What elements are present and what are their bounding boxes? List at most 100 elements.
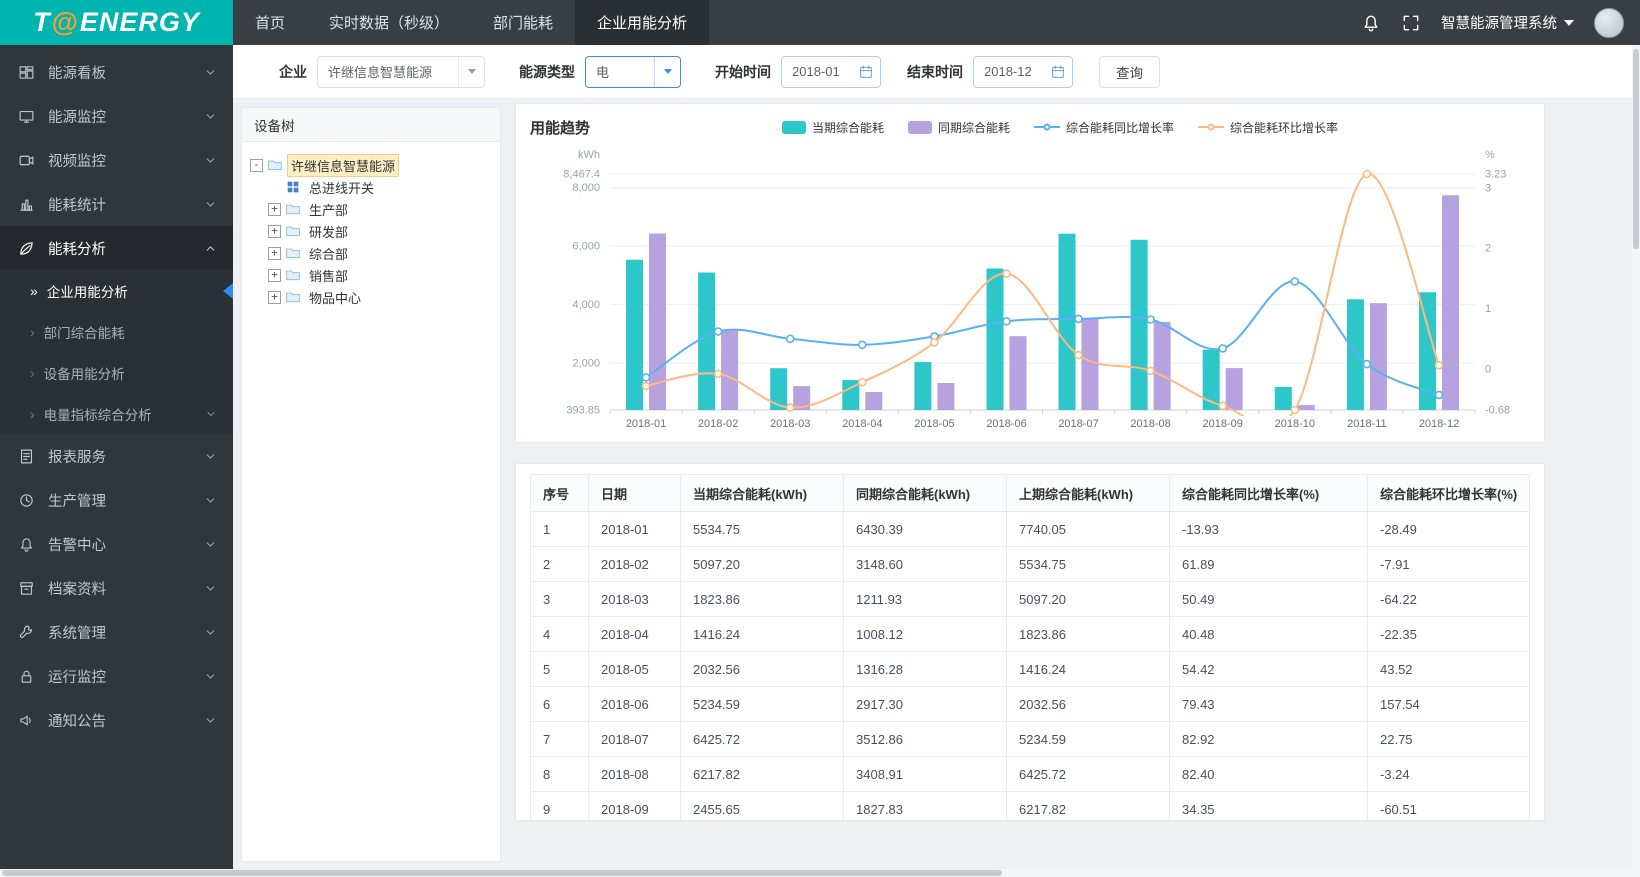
nav-tab-realtime-data[interactable]: 实时数据（秒级）: [307, 0, 471, 45]
tree-node-label[interactable]: 研发部: [305, 220, 352, 243]
table-cell: 7: [530, 721, 589, 757]
nav-tab-home[interactable]: 首页: [233, 0, 307, 45]
table-cell: 1416.24: [1006, 651, 1170, 687]
sidebar-subitem-device-energy-analysis[interactable]: 设备用能分析: [0, 352, 233, 393]
sidebar-item-energy-analysis[interactable]: 能耗分析: [0, 226, 233, 270]
sidebar-item-report-service[interactable]: 报表服务: [0, 434, 233, 478]
tree-node[interactable]: + 研发部: [268, 220, 492, 242]
sidebar-item-video-monitor[interactable]: 视频监控: [0, 138, 233, 182]
chevron-down-icon: [204, 494, 217, 507]
vertical-scrollbar-thumb[interactable]: [1633, 49, 1639, 249]
top-nav: 首页 实时数据（秒级） 部门能耗 企业用能分析: [233, 0, 710, 45]
svg-text:kWh: kWh: [578, 149, 600, 161]
sidebar-item-notice[interactable]: 通知公告: [0, 698, 233, 742]
nav-tab-department-energy[interactable]: 部门能耗: [471, 0, 575, 45]
sidebar-item-energy-board[interactable]: 能源看板: [0, 50, 233, 94]
clock-icon: [18, 492, 35, 509]
tree-node[interactable]: + 销售部: [268, 264, 492, 286]
sidebar-item-energy-monitor[interactable]: 能源监控: [0, 94, 233, 138]
meter-icon: [285, 179, 301, 195]
tree-node-label[interactable]: 物品中心: [305, 286, 365, 309]
calendar-icon: [1050, 64, 1066, 80]
sidebar-subitem-enterprise-energy-analysis[interactable]: 企业用能分析: [0, 270, 233, 311]
sidebar-item-system-mgmt[interactable]: 系统管理: [0, 610, 233, 654]
sidebar-item-operation-monitor[interactable]: 运行监控: [0, 654, 233, 698]
sidebar-subitem-power-indicator-analysis[interactable]: 电量指标综合分析: [0, 393, 233, 434]
table-row: 9 2018-09 2455.65 1827.83 6217.82 34.35 -60.51: [530, 791, 1530, 820]
tree-node-label[interactable]: 总进线开关: [305, 176, 378, 199]
dashboard-icon: [18, 64, 35, 81]
table-cell: 2018-01: [588, 511, 681, 547]
svg-text:2018-12: 2018-12: [1419, 418, 1459, 430]
table-cell: 8: [530, 756, 589, 792]
legend-line-marker: [1034, 123, 1060, 131]
tree-node[interactable]: + 物品中心: [268, 286, 492, 308]
table-cell: 1823.86: [1006, 616, 1170, 652]
tree-toggle-icon[interactable]: +: [268, 268, 281, 282]
horizontal-scrollbar-thumb[interactable]: [2, 870, 1002, 876]
svg-text:-0.68: -0.68: [1485, 405, 1510, 417]
sidebar-item-alarm-center[interactable]: 告警中心: [0, 522, 233, 566]
archive-icon: [18, 580, 35, 597]
end-time-label: 结束时间: [907, 63, 963, 80]
sidebar-subitem-dept-comprehensive-energy[interactable]: 部门综合能耗: [0, 311, 233, 352]
tree-node[interactable]: + 生产部: [268, 198, 492, 220]
tree-node-label[interactable]: 销售部: [305, 264, 352, 287]
table-cell: 7740.05: [1006, 511, 1170, 547]
start-date-input[interactable]: 2018-01: [781, 55, 881, 88]
legend-item[interactable]: 综合能耗同比增长率: [1034, 119, 1174, 136]
fullscreen-icon[interactable]: [1401, 13, 1421, 33]
energy-type-select[interactable]: 电: [585, 55, 681, 88]
tree-node[interactable]: 总进线开关: [268, 176, 492, 198]
tree-node-label[interactable]: 许继信息智慧能源: [287, 153, 400, 177]
column-header: 序号: [530, 474, 589, 512]
table-cell: 3512.86: [843, 721, 1007, 757]
svg-text:2018-06: 2018-06: [986, 418, 1026, 430]
bell-icon[interactable]: [1361, 13, 1381, 33]
table-cell: -64.22: [1367, 581, 1530, 617]
tree-toggle-icon[interactable]: +: [268, 290, 281, 304]
system-title: 智慧能源管理系统: [1441, 16, 1557, 32]
legend-item[interactable]: 当期综合能耗: [781, 119, 884, 136]
video-icon: [18, 152, 35, 169]
table-cell: 79.43: [1169, 686, 1368, 722]
tree-toggle-icon[interactable]: -: [250, 158, 263, 172]
tree-node-label[interactable]: 生产部: [305, 198, 352, 221]
sidebar-item-energy-stats[interactable]: 能耗统计: [0, 182, 233, 226]
table-header-row: 序号 日期 当期综合能耗(kWh) 同期综合能耗(kWh) 上期综合能耗(kWh) 综合能…: [530, 474, 1530, 512]
avatar[interactable]: [1594, 7, 1624, 38]
tree-toggle-icon[interactable]: +: [268, 246, 281, 260]
tree-node[interactable]: - 许继信息智慧能源: [250, 153, 492, 177]
nav-tab-enterprise-energy-analysis[interactable]: 企业用能分析: [575, 0, 710, 45]
table-cell: 1211.93: [843, 581, 1007, 617]
tree-toggle-icon[interactable]: +: [268, 224, 281, 238]
user-system-menu[interactable]: 智慧能源管理系统: [1441, 12, 1574, 33]
chart-title: 用能趋势: [530, 119, 591, 137]
sidebar-item-label: 能源监控: [48, 109, 106, 126]
table-cell: 2018-09: [588, 791, 681, 820]
active-item-arrow: [223, 282, 233, 299]
sidebar-item-production-mgmt[interactable]: 生产管理: [0, 478, 233, 522]
table-cell: 5234.59: [680, 686, 844, 722]
end-date-input[interactable]: 2018-12: [973, 55, 1073, 88]
sidebar-item-archives[interactable]: 档案资料: [0, 566, 233, 610]
legend-item[interactable]: 同期综合能耗: [907, 119, 1010, 136]
table-cell: 1823.86: [680, 581, 844, 617]
logo-at-symbol: @: [51, 7, 79, 37]
legend-item[interactable]: 综合能耗环比增长率: [1198, 119, 1338, 136]
folder-icon: [285, 201, 301, 217]
tree-toggle-icon[interactable]: +: [268, 202, 281, 216]
wrench-icon: [18, 624, 35, 641]
legend-label: 综合能耗环比增长率: [1230, 120, 1339, 135]
topbar-right: 智慧能源管理系统: [1361, 0, 1640, 45]
table-row: 5 2018-05 2032.56 1316.28 1416.24 54.42 43.52: [530, 651, 1530, 687]
enterprise-select[interactable]: 许继信息智慧能源: [317, 55, 485, 88]
query-button[interactable]: 查询: [1099, 55, 1160, 88]
column-header: 日期: [588, 474, 681, 512]
enterprise-label: 企业: [279, 63, 307, 80]
tree-node[interactable]: + 综合部: [268, 242, 492, 264]
table-cell: -28.49: [1367, 511, 1530, 547]
tree-node-label[interactable]: 综合部: [305, 242, 352, 265]
chevron-down-icon: [204, 66, 217, 79]
table-cell: 6217.82: [1006, 791, 1170, 820]
